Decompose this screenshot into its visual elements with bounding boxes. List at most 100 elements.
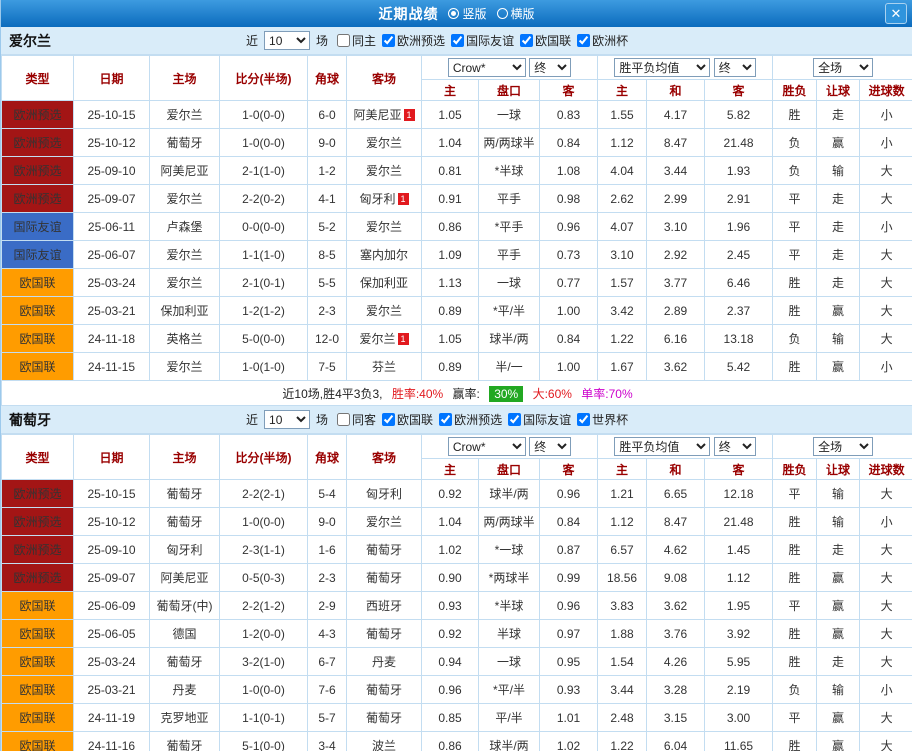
handicap-home-odds: 0.93 — [422, 592, 479, 620]
corner-score: 1-6 — [308, 536, 347, 564]
col-home: 主场 — [150, 56, 220, 101]
away-team: 匈牙利 — [347, 480, 422, 508]
result-wdl: 平 — [773, 480, 817, 508]
recent-results-panel: 近期战绩 竖版 横版 ✕ 爱尔兰 近 10 场 同主欧洲预选国际友谊欧国联欧洲杯 — [0, 0, 912, 751]
recent-count-select[interactable]: 10 — [264, 410, 310, 429]
col-ah-away: 客 — [540, 80, 598, 101]
europe-odds-select[interactable]: 胜平负均值 — [614, 58, 710, 77]
home-team: 丹麦 — [150, 676, 220, 704]
competition-filter-label: 欧洲预选 — [397, 32, 445, 49]
competition-filter-checkbox[interactable] — [577, 34, 590, 47]
titlebar: 近期战绩 竖版 横版 ✕ — [1, 0, 912, 27]
red-card-badge: 1 — [398, 193, 409, 205]
match-type: 欧洲预选 — [2, 508, 74, 536]
match-date: 24-11-15 — [74, 353, 150, 381]
europe-odds-select[interactable]: 胜平负均值 — [614, 437, 710, 456]
red-card-badge: 1 — [398, 333, 409, 345]
match-type: 欧国联 — [2, 325, 74, 353]
team-name: 葡萄牙 — [9, 410, 51, 430]
odds-time-select[interactable]: 终 — [529, 58, 571, 77]
match-row: 欧国联 25-03-21 丹麦 1-0(0-0) 7-6 葡萄牙 0.96 *平… — [2, 676, 912, 704]
handicap-line: 两/两球半 — [479, 508, 540, 536]
europe-time-select[interactable]: 终 — [714, 58, 756, 77]
away-team: 葡萄牙 — [347, 676, 422, 704]
result-handicap: 输 — [817, 157, 860, 185]
close-button[interactable]: ✕ — [885, 3, 907, 24]
competition-filter-checkbox[interactable] — [382, 34, 395, 47]
competition-filter-checkbox[interactable] — [577, 413, 590, 426]
competition-filter[interactable]: 欧国联 — [382, 411, 433, 428]
corner-score: 6-0 — [308, 101, 347, 129]
odds-time-select[interactable]: 终 — [529, 437, 571, 456]
result-wdl: 胜 — [773, 648, 817, 676]
match-row: 欧洲预选 25-09-07 阿美尼亚 0-5(0-3) 2-3 葡萄牙 0.90… — [2, 564, 912, 592]
europe-draw-odds: 6.16 — [647, 325, 705, 353]
competition-filter-checkbox[interactable] — [439, 413, 452, 426]
match-type: 欧国联 — [2, 676, 74, 704]
handicap-line: 两/两球半 — [479, 129, 540, 157]
europe-home-odds: 4.04 — [598, 157, 647, 185]
near-label: 近 — [246, 32, 258, 49]
competition-filter-checkbox[interactable] — [508, 413, 521, 426]
competition-filter[interactable]: 同主 — [337, 32, 376, 49]
europe-draw-odds: 3.77 — [647, 269, 705, 297]
home-team: 葡萄牙 — [150, 480, 220, 508]
scope-select[interactable]: 全场 — [813, 437, 873, 456]
col-date: 日期 — [74, 56, 150, 101]
horizontal-layout-radio[interactable]: 横版 — [497, 5, 535, 22]
corner-score: 5-4 — [308, 480, 347, 508]
home-team: 爱尔兰 — [150, 185, 220, 213]
handicap-away-odds: 0.77 — [540, 269, 598, 297]
scope-select[interactable]: 全场 — [813, 58, 873, 77]
handicap-line: 球半/两 — [479, 480, 540, 508]
handicap-away-odds: 1.08 — [540, 157, 598, 185]
match-row: 欧国联 25-03-24 葡萄牙 3-2(1-0) 6-7 丹麦 0.94 一球… — [2, 648, 912, 676]
match-date: 25-10-15 — [74, 480, 150, 508]
odds-company-select[interactable]: Crow* — [448, 58, 526, 77]
away-team: 葡萄牙 — [347, 536, 422, 564]
competition-filter[interactable]: 国际友谊 — [508, 411, 571, 428]
competition-filter[interactable]: 欧洲预选 — [382, 32, 445, 49]
match-type: 欧国联 — [2, 704, 74, 732]
competition-filter-checkbox[interactable] — [337, 34, 350, 47]
competition-filter-checkbox[interactable] — [337, 413, 350, 426]
match-score: 2-2(1-2) — [220, 592, 308, 620]
dialog-title: 近期战绩 — [378, 4, 438, 24]
competition-filter-checkbox[interactable] — [451, 34, 464, 47]
competition-filter[interactable]: 世界杯 — [577, 411, 628, 428]
match-score: 1-2(1-2) — [220, 297, 308, 325]
competition-filter[interactable]: 国际友谊 — [451, 32, 514, 49]
handicap-away-odds: 0.87 — [540, 536, 598, 564]
result-handicap: 赢 — [817, 592, 860, 620]
odds-company-select[interactable]: Crow* — [448, 437, 526, 456]
handicap-select-cell: Crow* 终 — [422, 435, 598, 459]
europe-time-select[interactable]: 终 — [714, 437, 756, 456]
europe-home-odds: 4.07 — [598, 213, 647, 241]
handicap-home-odds: 1.13 — [422, 269, 479, 297]
result-goals: 大 — [860, 592, 912, 620]
competition-filter[interactable]: 欧国联 — [520, 32, 571, 49]
competition-filter[interactable]: 欧洲杯 — [577, 32, 628, 49]
match-row: 国际友谊 25-06-07 爱尔兰 1-1(1-0) 8-5 塞内加尔 1.09… — [2, 241, 912, 269]
col-ah-home: 主 — [422, 459, 479, 480]
result-goals: 大 — [860, 732, 912, 751]
competition-filter-checkbox[interactable] — [382, 413, 395, 426]
away-team: 爱尔兰 — [347, 129, 422, 157]
match-date: 25-10-12 — [74, 508, 150, 536]
radio-unselected-icon[interactable] — [497, 8, 508, 19]
competition-filter-checkbox[interactable] — [520, 34, 533, 47]
europe-away-odds: 1.12 — [705, 564, 773, 592]
matches-table-ireland: 类型 日期 主场 比分(半场) 角球 客场 Crow* 终 胜平负均值 终 全场 — [1, 55, 912, 406]
col-res-wdl: 胜负 — [773, 459, 817, 480]
competition-filter[interactable]: 欧洲预选 — [439, 411, 502, 428]
europe-home-odds: 1.67 — [598, 353, 647, 381]
vertical-layout-radio[interactable]: 竖版 — [448, 5, 486, 22]
europe-home-odds: 18.56 — [598, 564, 647, 592]
match-type: 欧洲预选 — [2, 157, 74, 185]
europe-home-odds: 1.22 — [598, 325, 647, 353]
radio-selected-icon[interactable] — [448, 8, 459, 19]
recent-count-select[interactable]: 10 — [264, 31, 310, 50]
match-date: 25-06-05 — [74, 620, 150, 648]
competition-filter[interactable]: 同客 — [337, 411, 376, 428]
handicap-home-odds: 0.81 — [422, 157, 479, 185]
